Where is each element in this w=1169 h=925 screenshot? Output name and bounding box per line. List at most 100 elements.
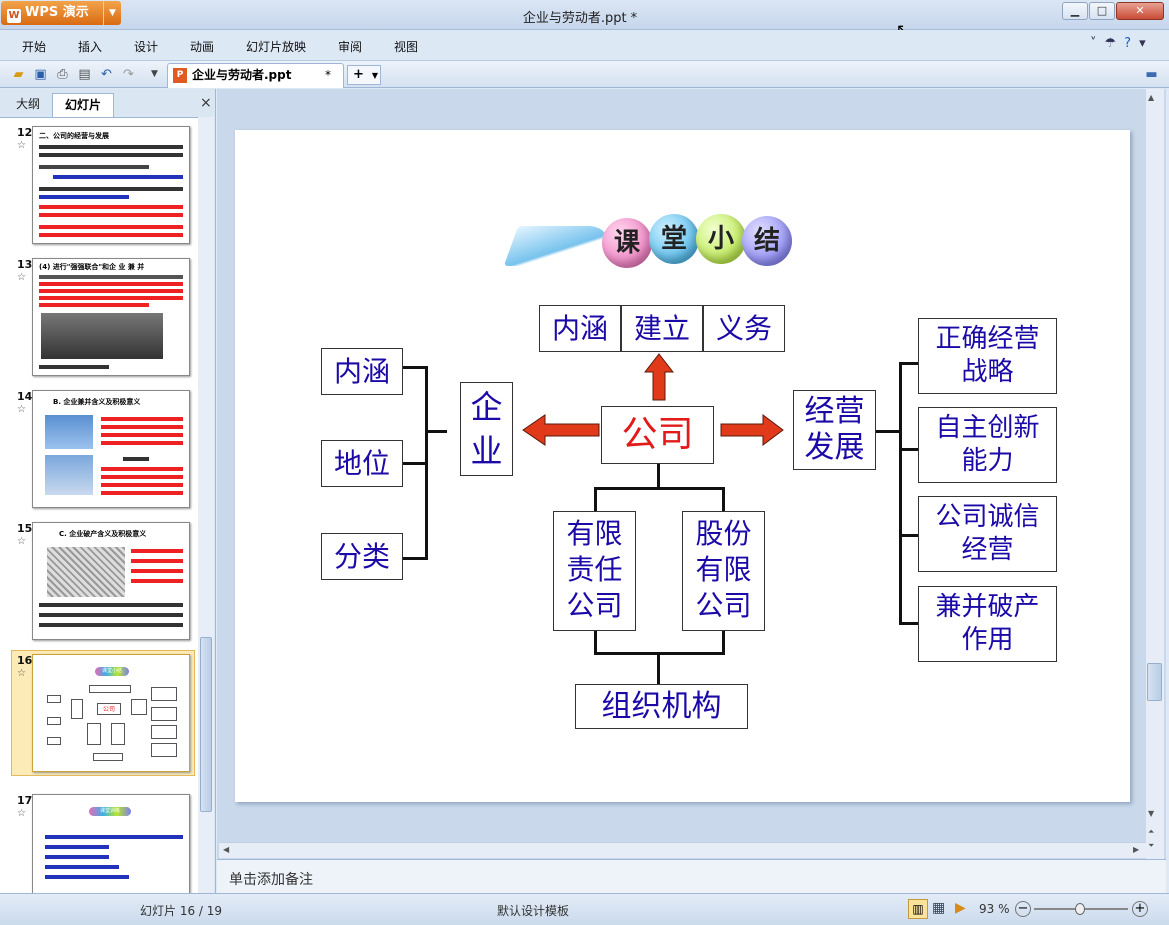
tab-slides[interactable]: 幻灯片: [52, 93, 114, 117]
star-icon: ☆: [17, 808, 26, 819]
photo: [45, 455, 93, 495]
star-icon: ☆: [17, 536, 26, 547]
menu-insert[interactable]: 插入: [78, 38, 102, 55]
ppt-file-icon: P: [173, 68, 187, 83]
thumb-number: 17: [17, 794, 33, 807]
right-arrow-icon: [720, 414, 784, 446]
notes-placeholder[interactable]: 单击添加备注: [229, 869, 313, 889]
star-icon: ☆: [17, 272, 26, 283]
document-tab[interactable]: P 企业与劳动者.ppt *: [167, 63, 344, 88]
scrollbar-thumb[interactable]: [200, 637, 212, 812]
thumbnail-list: 12 ☆ 二、公司的经营与发展 13 ☆ (4) 进行"强强联合"和企 业 兼 …: [0, 117, 198, 893]
design-template[interactable]: 默认设计模板: [497, 902, 569, 919]
photo: [45, 415, 93, 449]
menu-review[interactable]: 审阅: [338, 38, 362, 55]
right-box-innovation: 自主创新 能力: [918, 407, 1057, 483]
tab-modified-marker: *: [325, 68, 331, 82]
close-button[interactable]: ✕: [1116, 2, 1164, 20]
banner-char: 结: [742, 216, 792, 266]
slide-thumbnail-14[interactable]: B. 企业兼并含义及积极意义: [32, 390, 190, 508]
slide-thumbnail-15[interactable]: C. 企业破产含义及积极意义: [32, 522, 190, 640]
slide-sorter-icon[interactable]: ▦: [932, 900, 945, 916]
zoom-out-button[interactable]: −: [1015, 901, 1031, 917]
enterprise-box: 企 业: [460, 382, 513, 476]
slide-thumbnail-17[interactable]: 课堂训练: [32, 794, 190, 893]
undo-icon[interactable]: ↶: [98, 66, 115, 83]
chevron-down-icon[interactable]: ▼: [103, 1, 121, 25]
menu-home[interactable]: 开始: [22, 38, 46, 55]
banner-char: 堂: [649, 214, 699, 264]
menu-slideshow[interactable]: 幻灯片放映: [246, 38, 306, 55]
notes-pane[interactable]: 单击添加备注: [217, 859, 1166, 893]
thumb-number: 14: [17, 390, 33, 403]
thumbnail-scrollbar[interactable]: [198, 117, 214, 893]
slide-thumbnail-12[interactable]: 二、公司的经营与发展: [32, 126, 190, 244]
slide-counter: 幻灯片 16 / 19: [140, 904, 223, 918]
right-box-merger: 兼并破产 作用: [918, 586, 1057, 662]
app-menu-button[interactable]: W WPS 演示 ▼: [1, 1, 121, 25]
cartoon-image: [47, 547, 125, 597]
window-title: 企业与劳动者.ppt *: [522, 11, 638, 26]
book-graphic: [503, 226, 619, 266]
joint-stock-box: 股份 有限 公司: [682, 511, 765, 631]
thumb-number: 13: [17, 258, 33, 271]
minimize-button[interactable]: ▁: [1062, 2, 1088, 20]
collapse-ribbon-icon[interactable]: ▬: [1143, 66, 1160, 83]
slide-vertical-scrollbar[interactable]: ▲ ▼ ⏶ ⏷: [1146, 89, 1164, 859]
wps-logo-icon: W: [7, 9, 21, 23]
tab-outline[interactable]: 大纲: [6, 93, 50, 117]
slide-thumbnail-16[interactable]: 课堂小结 公司: [32, 654, 190, 772]
zoom-slider-thumb[interactable]: [1074, 903, 1085, 915]
scrollbar-thumb[interactable]: [1147, 663, 1162, 701]
menu-view[interactable]: 视图: [394, 38, 418, 55]
scroll-down-icon[interactable]: ▼: [1148, 809, 1154, 818]
menu-animation[interactable]: 动画: [190, 38, 214, 55]
print-preview-icon[interactable]: ▤: [76, 66, 93, 83]
slides-panel: 大纲 幻灯片 × 12 ☆ 二、公司的经营与发展 13 ☆ (4) 进行"强强联…: [0, 89, 216, 893]
save-icon[interactable]: ▣: [32, 66, 49, 83]
company-box: 公司: [601, 406, 714, 464]
more-icon[interactable]: ▼: [146, 66, 163, 83]
menu-design[interactable]: 设计: [134, 38, 158, 55]
slide-horizontal-scrollbar[interactable]: ◀ ▶: [219, 842, 1146, 858]
top-box-establish: 建立: [621, 305, 703, 352]
previous-slide-icon[interactable]: ⏶: [1148, 827, 1154, 837]
scroll-right-icon[interactable]: ▶: [1133, 845, 1139, 854]
normal-view-icon[interactable]: ▥: [908, 899, 928, 919]
chevron-down-icon[interactable]: ˅: [1090, 36, 1105, 51]
chevron-down-icon[interactable]: ▼: [372, 71, 378, 80]
thumb-number: 15: [17, 522, 33, 535]
new-tab-button[interactable]: + ▼: [347, 65, 381, 85]
redo-icon[interactable]: ↷: [120, 66, 137, 83]
help-icon[interactable]: ?: [1124, 36, 1139, 51]
skin-icon[interactable]: ☂: [1105, 36, 1125, 51]
thumb-number: 16: [17, 654, 33, 667]
close-icon[interactable]: ×: [200, 95, 212, 111]
open-icon[interactable]: ▰: [10, 66, 27, 83]
title-bar: WWPS 演示 ▼ 企业与劳动者.ppt * ▁ □ ✕ ↖: [0, 0, 1169, 39]
photo: [41, 313, 163, 359]
zoom-in-button[interactable]: +: [1132, 901, 1148, 917]
right-box-integrity: 公司诚信 经营: [918, 496, 1057, 572]
scroll-up-icon[interactable]: ▲: [1148, 93, 1154, 102]
print-icon[interactable]: ⎙: [54, 66, 71, 83]
slide-canvas[interactable]: 课 堂 小 结 内涵 建立 义务 内涵 地位 分类 企 业 公司 经营 发展 正…: [235, 130, 1130, 802]
top-box-connotation: 内涵: [539, 305, 621, 352]
left-arrow-icon: [522, 414, 600, 446]
banner-char: 小: [696, 214, 746, 264]
settings-icon[interactable]: ▾: [1139, 36, 1154, 51]
up-arrow-icon: [644, 353, 674, 401]
slideshow-icon[interactable]: ▶: [955, 900, 966, 916]
next-slide-icon[interactable]: ⏷: [1148, 841, 1154, 851]
star-icon: ☆: [17, 140, 26, 151]
development-box: 经营 发展: [793, 390, 876, 470]
star-icon: ☆: [17, 404, 26, 415]
slide-thumbnail-13[interactable]: (4) 进行"强强联合"和企 业 兼 并: [32, 258, 190, 376]
menu-right-icons[interactable]: ˅☂?▾: [1090, 36, 1154, 51]
banner-char: 课: [602, 218, 652, 268]
scroll-left-icon[interactable]: ◀: [223, 845, 229, 854]
zoom-level: 93 %: [979, 902, 1010, 916]
organization-box: 组织机构: [575, 684, 748, 729]
maximize-button[interactable]: □: [1089, 2, 1115, 20]
limited-liability-box: 有限 责任 公司: [553, 511, 636, 631]
